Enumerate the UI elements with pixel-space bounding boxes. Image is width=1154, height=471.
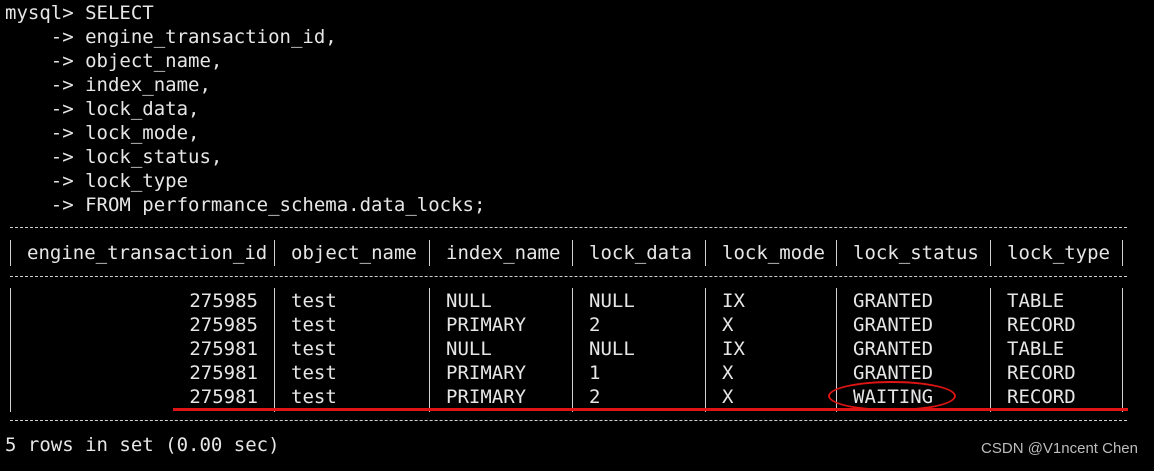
table-cell: NULL (589, 290, 635, 312)
table-cell: TABLE (1007, 338, 1065, 360)
table-border-top (10, 227, 1127, 228)
query-line: -> lock_data, (5, 98, 200, 120)
table-cell: IX (722, 338, 745, 360)
col-separator (274, 240, 275, 266)
annotation-circle (828, 381, 956, 411)
column-header: engine_transaction_id (27, 242, 268, 264)
column-header: object_name (291, 242, 417, 264)
query-line: -> index_name, (5, 74, 211, 96)
col-separator (990, 288, 991, 412)
table-cell: X (722, 314, 734, 336)
table-cell: X (722, 362, 734, 384)
column-header: lock_status (853, 242, 979, 264)
query-line: -> lock_status, (5, 146, 223, 168)
col-separator (1122, 240, 1123, 266)
table-cell: RECORD (1007, 386, 1076, 408)
annotation-underline (173, 408, 1128, 411)
table-cell: test (291, 314, 337, 336)
terminal-window[interactable]: mysql> SELECT -> engine_transaction_id, … (0, 0, 1154, 471)
table-cell: PRIMARY (446, 386, 527, 408)
table-cell: NULL (446, 290, 492, 312)
table-cell: 275981 (189, 338, 258, 360)
table-cell: IX (722, 290, 745, 312)
col-separator (990, 240, 991, 266)
table-cell: 2 (589, 314, 601, 336)
col-separator (429, 240, 430, 266)
query-line: -> FROM performance_schema.data_locks; (5, 194, 486, 216)
col-separator (429, 288, 430, 412)
column-header: lock_mode (722, 242, 825, 264)
table-cell: 2 (589, 386, 601, 408)
query-line: -> engine_transaction_id, (5, 26, 337, 48)
table-cell: GRANTED (853, 290, 934, 312)
table-cell: 275985 (189, 314, 258, 336)
table-cell: 275981 (189, 386, 258, 408)
table-border-bottom (10, 420, 1127, 421)
table-cell: GRANTED (853, 338, 934, 360)
table-cell: 275981 (189, 362, 258, 384)
result-status: 5 rows in set (0.00 sec) (5, 434, 280, 456)
col-separator (705, 240, 706, 266)
table-border-header (10, 276, 1127, 277)
table-cell: RECORD (1007, 314, 1076, 336)
column-header: index_name (446, 242, 561, 264)
query-line: -> lock_mode, (5, 122, 200, 144)
table-cell: PRIMARY (446, 362, 527, 384)
table-cell: 1 (589, 362, 601, 384)
col-separator (836, 240, 837, 266)
table-cell: test (291, 362, 337, 384)
col-separator (1122, 288, 1123, 412)
table-cell: 275985 (189, 290, 258, 312)
col-separator (572, 240, 573, 266)
column-header: lock_data (589, 242, 692, 264)
table-cell: test (291, 386, 337, 408)
query-line: -> lock_type (5, 170, 189, 192)
table-cell: GRANTED (853, 314, 934, 336)
query-line: -> object_name, (5, 50, 223, 72)
col-separator (10, 288, 11, 412)
table-cell: RECORD (1007, 362, 1076, 384)
query-line: mysql> SELECT (5, 2, 154, 24)
col-separator (10, 240, 11, 266)
table-cell: PRIMARY (446, 314, 527, 336)
table-cell: test (291, 338, 337, 360)
table-cell: TABLE (1007, 290, 1065, 312)
table-cell: NULL (446, 338, 492, 360)
column-header: lock_type (1007, 242, 1110, 264)
watermark: CSDN @V1ncent Chen (981, 440, 1138, 457)
table-cell: test (291, 290, 337, 312)
col-separator (274, 288, 275, 412)
col-separator (572, 288, 573, 412)
col-separator (705, 288, 706, 412)
table-cell: X (722, 386, 734, 408)
table-cell: NULL (589, 338, 635, 360)
